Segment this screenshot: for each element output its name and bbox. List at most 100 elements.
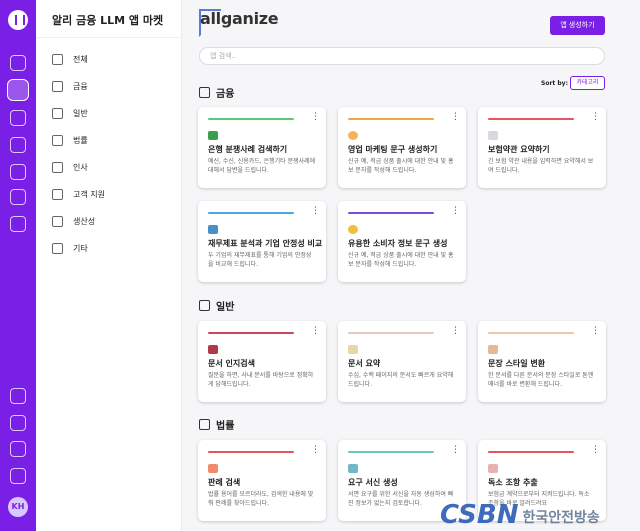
watermark-logo: CSBN	[440, 500, 519, 530]
watermark-text: 한국안전방송	[522, 510, 600, 526]
card-title: 유용한 소비자 정보 문구 생성	[348, 239, 448, 248]
card-accent-bar	[208, 212, 294, 214]
app-logo-icon[interactable]	[8, 10, 28, 30]
app-card[interactable]: ⋮ 은행 분쟁사례 검색하기 예신, 수신, 신용카드, 은행기타 분쟁사례에 …	[198, 107, 326, 188]
sidebar-item-all[interactable]: 전체	[52, 51, 88, 67]
more-icon[interactable]: ⋮	[451, 327, 460, 336]
briefcase-icon	[199, 299, 210, 311]
app-search-input[interactable]: 앱 검색..	[199, 47, 605, 65]
question-icon[interactable]	[10, 468, 26, 484]
card-accent-bar	[488, 118, 574, 120]
card-title: 문서 요약	[348, 359, 381, 368]
app-icon	[488, 464, 498, 473]
card-title: 보험약관 요약하기	[488, 145, 550, 154]
app-icon	[488, 345, 498, 354]
card-accent-bar	[208, 118, 294, 120]
market-icon[interactable]	[7, 79, 29, 101]
more-icon[interactable]: ⋮	[451, 207, 460, 216]
sidebar-item-label: 인사	[73, 162, 88, 172]
category-sidebar: 알리 금융 LLM 앱 마켓 전체 금융 일반 법률 인사 고객 지원 생산성 …	[36, 0, 182, 531]
sort-select[interactable]: 카테고리	[570, 76, 605, 90]
info-icon[interactable]	[10, 441, 26, 457]
sidebar-item-label: 전체	[73, 54, 88, 64]
more-icon[interactable]: ⋮	[311, 113, 320, 122]
sidebar-item-productivity[interactable]: 생산성	[52, 213, 95, 229]
sidebar-item-label: 금융	[73, 81, 88, 91]
sidebar-item-customer-support[interactable]: 고객 지원	[52, 186, 105, 202]
app-icon	[348, 464, 358, 473]
card-accent-bar	[208, 451, 294, 453]
app-card[interactable]: ⋮ 재무제표 분석과 기업 안정성 비교 두 기업의 재무제표를 통해 기업의 …	[198, 201, 326, 282]
card-description: 한 문서를 다른 문서의 문장 스타일로 톤앤매너를 바로 변환해 드립니다.	[488, 372, 594, 388]
brand-logo: allganize	[200, 9, 279, 28]
line-chart-icon	[52, 188, 63, 200]
sidebar-item-label: 고객 지원	[73, 189, 105, 199]
more-icon[interactable]: ⋮	[311, 207, 320, 216]
card-title: 판례 검색	[208, 478, 241, 487]
menu-icon[interactable]	[10, 388, 26, 404]
card-accent-bar	[488, 332, 574, 334]
app-icon	[348, 225, 358, 234]
app-icon	[208, 131, 218, 140]
app-card[interactable]: ⋮ 문장 스타일 변환 한 문서를 다른 문서의 문장 스타일로 톤앤매너를 바…	[478, 321, 606, 402]
more-icon[interactable]: ⋮	[451, 113, 460, 122]
sidebar-item-finance[interactable]: 금융	[52, 78, 88, 94]
sidebar-item-legal[interactable]: 법률	[52, 132, 88, 148]
app-card[interactable]: ⋮ 보험약관 요약하기 긴 보험 약관 내용을 입력하면 요약해서 보여 드립니…	[478, 107, 606, 188]
section-title: 금융	[216, 88, 235, 100]
section-heading-legal: 법률	[199, 417, 234, 432]
card-accent-bar	[488, 451, 574, 453]
more-icon[interactable]: ⋮	[311, 446, 320, 455]
card-title: 문서 인지검색	[208, 359, 255, 368]
bank-icon	[52, 80, 63, 92]
card-description: 수십, 수백 페이지의 문서도 빠르게 요약해 드립니다.	[348, 372, 454, 388]
shapes-icon	[52, 53, 63, 65]
app-card[interactable]: ⋮ 판례 검색 법률 용어를 모르더라도, 검색한 내용에 맞춰 판례를 찾아드…	[198, 440, 326, 521]
more-icon[interactable]: ⋮	[591, 327, 600, 336]
card-title: 문장 스타일 변환	[488, 359, 546, 368]
sidebar-item-label: 일반	[73, 108, 88, 118]
app-icon	[208, 345, 218, 354]
sidebar-title: 알리 금융 LLM 앱 마켓	[52, 14, 164, 27]
app-card[interactable]: ⋮ 문서 요약 수십, 수백 페이지의 문서도 빠르게 요약해 드립니다.	[338, 321, 466, 402]
card-accent-bar	[208, 332, 294, 334]
bar-chart-icon	[52, 215, 63, 227]
sidebar-item-label: 기타	[73, 243, 88, 253]
app-card[interactable]: ⋮ 유용한 소비자 정보 문구 생성 신규 예, 적금 상품 출시에 대한 안내…	[338, 201, 466, 282]
card-title: 영업 마케팅 문구 생성하기	[348, 145, 438, 154]
settings-icon[interactable]	[10, 216, 26, 232]
card-description: 신규 예, 적금 상품 출시에 대한 안내 및 홍보 문자를 작성해 드립니다.	[348, 252, 454, 268]
section-heading-general: 일반	[199, 298, 235, 313]
sidebar-item-etc[interactable]: 기타	[52, 240, 88, 256]
upload-icon[interactable]	[10, 415, 26, 431]
grid-icon	[52, 242, 63, 254]
gavel-icon	[52, 134, 63, 146]
card-description: 긴 보험 약관 내용을 입력하면 요약해서 보여 드립니다.	[488, 158, 594, 174]
app-icon	[348, 131, 358, 140]
more-icon[interactable]: ⋮	[451, 446, 460, 455]
app-icon	[208, 464, 218, 473]
app-card[interactable]: ⋮ 문서 인지검색 질문을 하면, 사내 문서를 바탕으로 정확하게 답해드립니…	[198, 321, 326, 402]
card-accent-bar	[348, 332, 434, 334]
app-rail: KH	[0, 0, 36, 531]
card-description: 법률 용어를 모르더라도, 검색한 내용에 맞춰 판례를 찾아드립니다.	[208, 491, 314, 507]
more-icon[interactable]: ⋮	[591, 113, 600, 122]
card-description: 두 기업의 재무제표를 통해 기업의 안정성을 비교해 드립니다.	[208, 252, 312, 268]
user-icon[interactable]	[10, 137, 26, 153]
sidebar-item-label: 생산성	[73, 216, 96, 226]
apps-grid-icon[interactable]	[10, 55, 26, 71]
app-card[interactable]: ⋮ 영업 마케팅 문구 생성하기 신규 예, 적금 상품 출시에 대한 안내 및…	[338, 107, 466, 188]
more-icon[interactable]: ⋮	[591, 446, 600, 455]
card-description: 예신, 수신, 신용카드, 은행기타 분쟁사례에 대해서 답변을 드립니다.	[208, 158, 316, 174]
avatar[interactable]: KH	[8, 497, 28, 517]
card-title: 은행 분쟁사례 검색하기	[208, 145, 288, 154]
sidebar-item-hr[interactable]: 인사	[52, 159, 88, 175]
chat-icon[interactable]	[10, 164, 26, 180]
sidebar-item-general[interactable]: 일반	[52, 105, 88, 121]
transfer-icon[interactable]	[10, 110, 26, 126]
more-icon[interactable]: ⋮	[311, 327, 320, 336]
create-app-button[interactable]: 앱 생성하기	[550, 16, 605, 35]
help-icon[interactable]	[10, 189, 26, 205]
app-icon	[348, 345, 358, 354]
section-title: 일반	[216, 301, 235, 313]
